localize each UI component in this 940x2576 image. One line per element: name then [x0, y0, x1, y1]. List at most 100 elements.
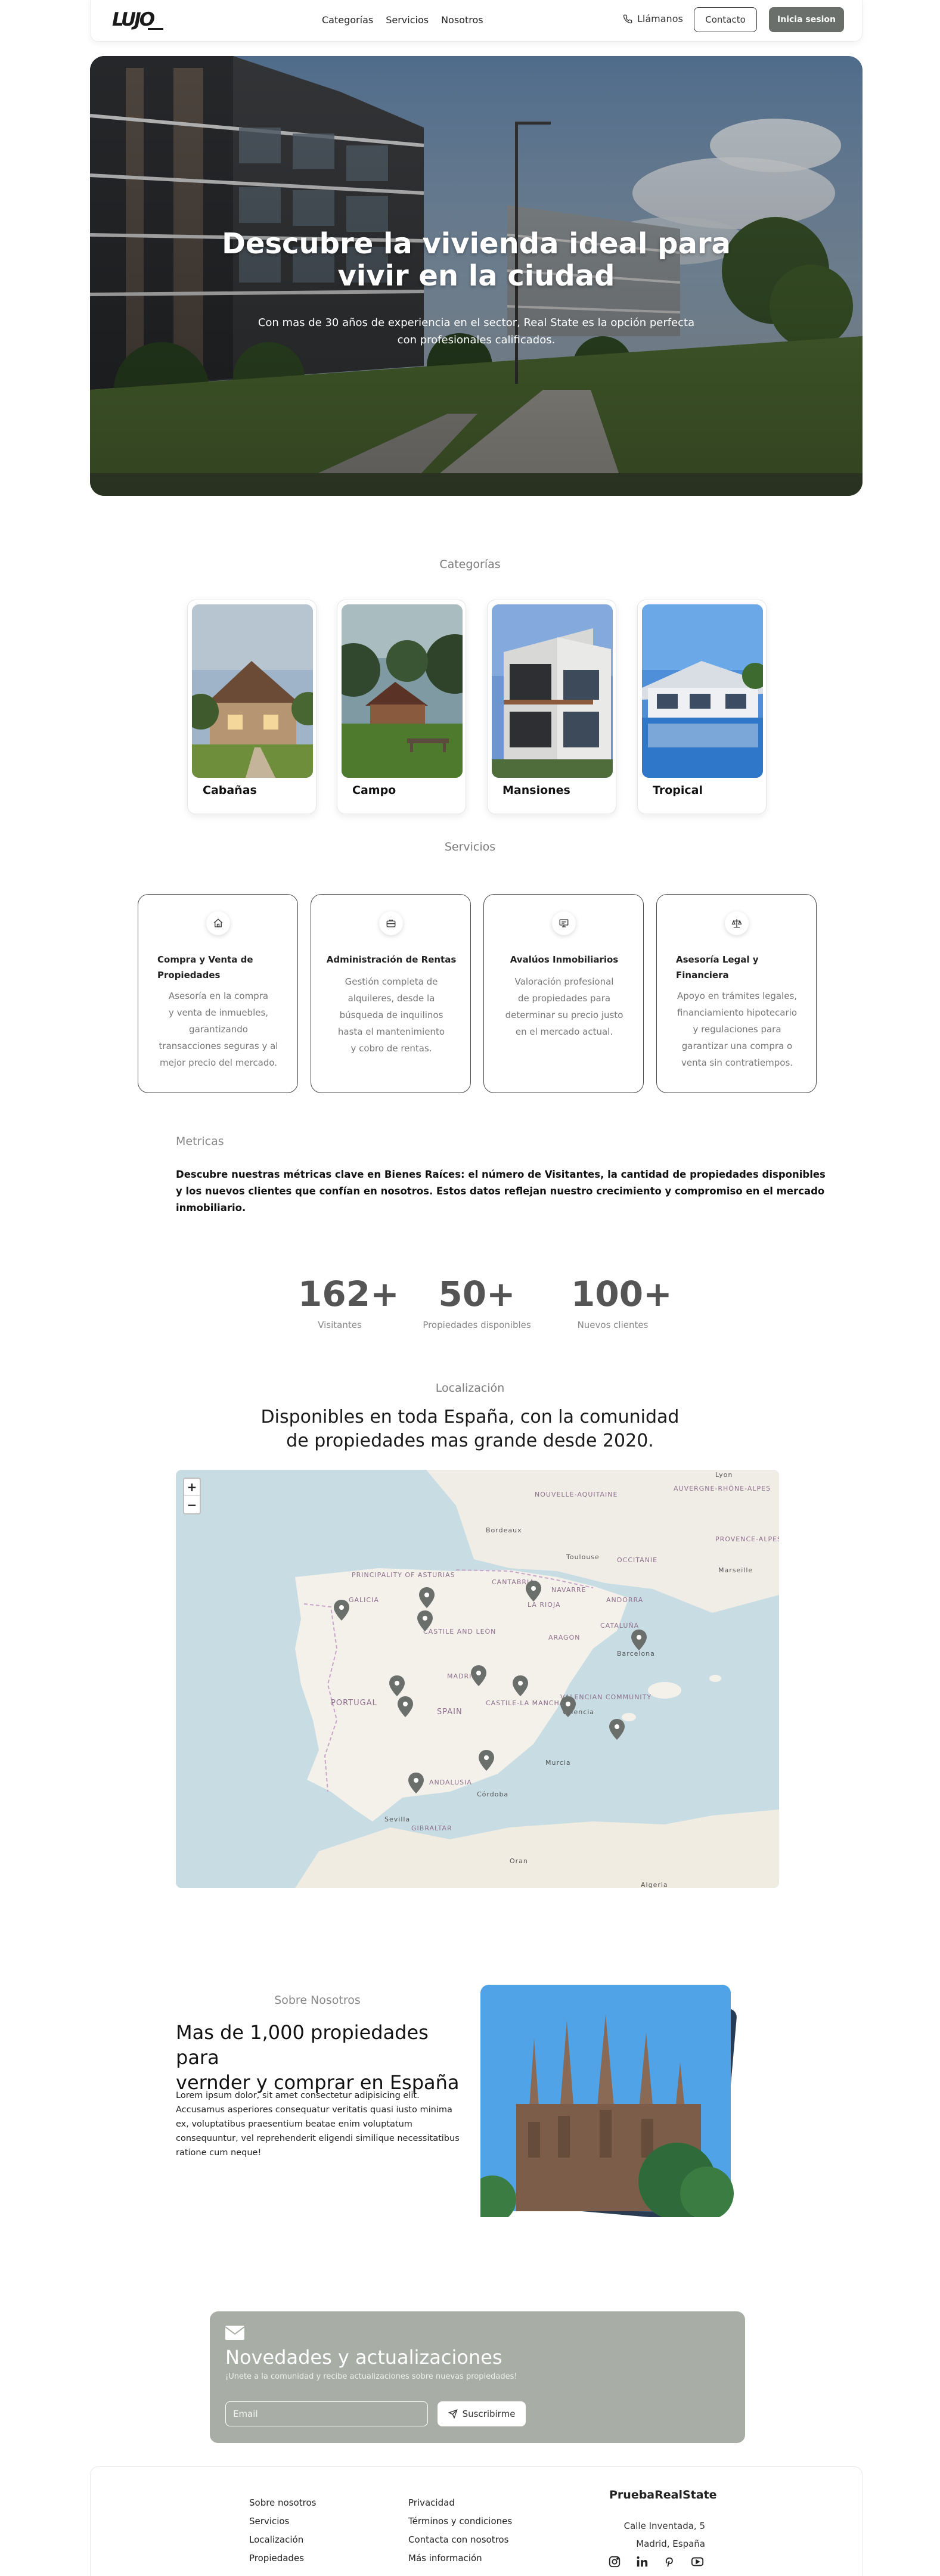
footer-link[interactable]: Privacidad: [408, 2497, 512, 2509]
zoom-out-button[interactable]: −: [184, 1496, 200, 1513]
service-desc-line: en el mercado actual.: [515, 1026, 613, 1037]
nav-link-servicios[interactable]: Servicios: [386, 14, 429, 26]
map-zoom-control: + −: [183, 1478, 201, 1514]
footer-address: Calle Inventada, 5 Madrid, España: [624, 2517, 705, 2553]
map-canvas[interactable]: PRINCIPALITY OF ASTURIAS GALICIA CANTABR…: [176, 1470, 779, 1888]
footer-link[interactable]: Localización: [249, 2534, 316, 2546]
map-label: NOUVELLE-AQUITAINE: [535, 1491, 618, 1498]
metrics-text-line: y los nuevos clientes que confían en nos…: [176, 1185, 825, 1197]
instagram-icon[interactable]: [608, 2555, 621, 2571]
map-label: Bordeaux: [486, 1526, 522, 1534]
briefcase-icon: [379, 911, 403, 935]
nav-links: Categorías Servicios Nosotros: [322, 14, 483, 26]
map[interactable]: PRINCIPALITY OF ASTURIAS GALICIA CANTABR…: [176, 1470, 779, 1888]
login-button[interactable]: Inicia sesion: [769, 7, 844, 32]
footer-link[interactable]: Términos y condiciones: [408, 2515, 512, 2527]
map-label: CASTILE AND LEÓN: [423, 1628, 496, 1635]
map-label: GALICIA: [349, 1596, 379, 1604]
newsletter: Novedades y actualizaciones ¡Unete a la …: [210, 2311, 745, 2443]
footer-link[interactable]: Contacta con nosotros: [408, 2534, 512, 2546]
service-title: Administración de Rentas: [326, 954, 457, 965]
service-description: Gestión completa de alquileres, desde la…: [329, 973, 454, 1057]
pinterest-icon[interactable]: [663, 2555, 676, 2571]
service-desc-line: y regulaciones para: [693, 1024, 781, 1035]
footer-link[interactable]: Más información: [408, 2552, 512, 2564]
service-desc-line: búsqueda de inquilinos: [339, 1010, 443, 1020]
service-description: Valoración profesional de propiedades pa…: [502, 973, 626, 1040]
stat-label: Visitantes: [318, 1320, 362, 1330]
footer-link[interactable]: Propiedades: [249, 2552, 316, 2564]
map-label: PRINCIPALITY OF ASTURIAS: [352, 1571, 455, 1579]
stat-value: 50+: [438, 1274, 516, 1314]
about-image-stack: [480, 1985, 737, 2217]
hero-subtitle-line: Con mas de 30 años de experiencia en el …: [258, 316, 695, 329]
subscribe-label: Suscribirme: [462, 2409, 516, 2419]
call-link[interactable]: Llámanos: [623, 13, 683, 24]
about-text-line: ex, voluptatibus praesentium beatae enim…: [176, 2119, 412, 2129]
linkedin-icon[interactable]: [635, 2555, 649, 2571]
category-card-cabanas[interactable]: Cabañas: [187, 600, 317, 814]
service-description: Asesoría en la compra y venta de inmuebl…: [156, 988, 281, 1071]
newsletter-email-input[interactable]: [225, 2401, 428, 2426]
service-title-line: Financiera: [676, 970, 729, 980]
newsletter-title: Novedades y actualizaciones: [225, 2346, 502, 2369]
service-card-asesoria[interactable]: Asesoría Legal y Financiera Apoyo en trá…: [656, 894, 817, 1093]
service-description: Apoyo en trámites legales, financiamient…: [675, 988, 799, 1071]
nav-link-categorias[interactable]: Categorías: [322, 14, 373, 26]
service-title: Asesoría Legal y Financiera: [676, 952, 759, 983]
about-text-line: Lorem ipsum dolor, sit amet consectetur …: [176, 2091, 420, 2100]
monitor-icon: [552, 911, 576, 935]
subscribe-button[interactable]: Suscribirme: [438, 2401, 526, 2426]
zoom-in-button[interactable]: +: [184, 1479, 200, 1496]
map-label: ANDALUSIA: [429, 1779, 472, 1786]
map-label: CASTILE-LA MANCHA: [486, 1699, 564, 1707]
category-label: Mansiones: [502, 784, 570, 797]
map-label: Lyon: [715, 1471, 733, 1479]
category-card-campo[interactable]: Campo: [337, 600, 466, 814]
category-card-mansiones[interactable]: Mansiones: [487, 600, 616, 814]
category-image: [192, 604, 313, 778]
logo[interactable]: LUJO: [111, 6, 173, 32]
home-icon: [206, 911, 230, 935]
map-label: Oran: [510, 1857, 528, 1865]
send-icon: [448, 2409, 458, 2419]
map-label: Córdoba: [477, 1790, 508, 1798]
service-desc-line: Valoración profesional: [514, 976, 614, 987]
location-heading: Localización: [435, 1382, 505, 1395]
service-card-compra-venta[interactable]: Compra y Venta de Propiedades Asesoría e…: [138, 894, 298, 1093]
service-desc-line: y venta de inmuebles,: [168, 1007, 269, 1018]
location-title: Disponibles en toda España, con la comun…: [0, 1405, 940, 1453]
map-label: NAVARRE: [551, 1586, 587, 1594]
hero-subtitle: Con mas de 30 años de experiencia en el …: [90, 314, 863, 349]
footer-column-2: Privacidad Términos y condiciones Contac…: [408, 2497, 512, 2564]
categories-heading: Categorías: [439, 558, 501, 571]
service-title-line: Compra y Venta de: [157, 954, 253, 965]
logo-wordmark: LUJO: [112, 9, 155, 30]
metrics-text-line: inmobiliario.: [176, 1202, 246, 1213]
service-card-administracion[interactable]: Administración de Rentas Gestión complet…: [311, 894, 471, 1093]
service-title: Avalúos Inmobiliarios: [510, 954, 619, 965]
map-label: PROVENCE-ALPES-CÔTE D'AZUR: [715, 1535, 779, 1543]
service-desc-line: y cobro de rentas.: [350, 1043, 432, 1054]
service-desc-line: mejor precio del mercado.: [159, 1057, 278, 1068]
map-label: AUVERGNE-RHÔNE-ALPES: [674, 1485, 771, 1492]
metrics-heading: Metricas: [176, 1135, 224, 1148]
location-title-line: de propiedades mas grande desde 2020.: [286, 1430, 654, 1451]
map-label: ANDORRA: [606, 1596, 643, 1604]
category-card-tropical[interactable]: Tropical: [637, 600, 767, 814]
newsletter-subtitle: ¡Unete a la comunidad y recibe actualiza…: [225, 2372, 517, 2381]
category-image: [492, 604, 613, 778]
footer: Sobre nosotros Servicios Localización Pr…: [90, 2466, 863, 2576]
service-desc-line: financiamiento hipotecario: [677, 1007, 798, 1018]
nav-link-nosotros[interactable]: Nosotros: [441, 14, 483, 26]
contact-button[interactable]: Contacto: [694, 7, 757, 32]
service-card-avaluos[interactable]: Avalúos Inmobiliarios Valoración profesi…: [483, 894, 644, 1093]
address-line: Calle Inventada, 5: [623, 2521, 705, 2531]
stat-value: 100+: [571, 1274, 672, 1314]
category-image: [642, 604, 763, 778]
footer-link[interactable]: Servicios: [249, 2515, 316, 2527]
about-text-line: ratione cum neque!: [176, 2148, 262, 2158]
youtube-icon[interactable]: [690, 2555, 705, 2571]
footer-link[interactable]: Sobre nosotros: [249, 2497, 316, 2509]
hero: Descubre la vivienda ideal para vivir en…: [90, 56, 863, 496]
